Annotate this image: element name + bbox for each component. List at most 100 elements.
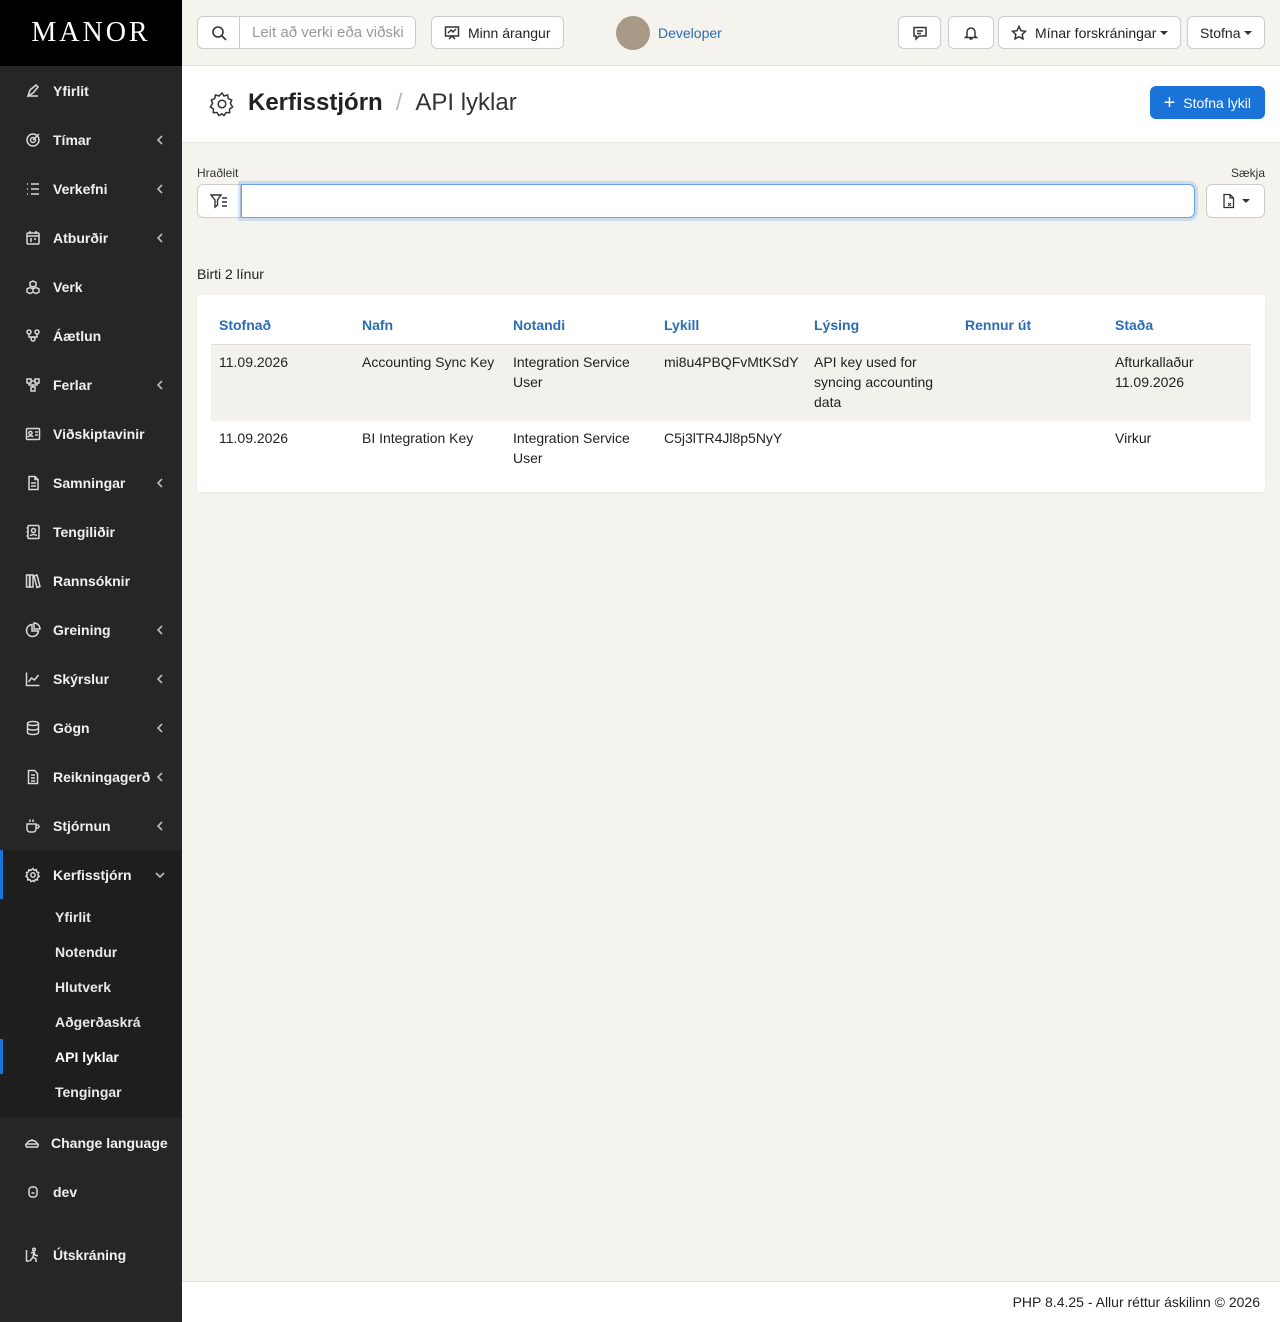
subnav-item-tengingar[interactable]: Tengingar: [0, 1074, 182, 1109]
column-header-description[interactable]: Lýsing: [806, 309, 957, 345]
create-dropdown[interactable]: Stofna: [1187, 16, 1266, 49]
column-header-key[interactable]: Lykill: [656, 309, 806, 345]
chat-icon: [912, 26, 927, 41]
sidebar: MANOR Yfirlit Tímar Verkefni Atburðir Ve…: [0, 0, 182, 1322]
subnav-item-hlutverk[interactable]: Hlutverk: [0, 969, 182, 1004]
cell-key: C5j3lTR4Jl8p5NyY: [664, 430, 783, 446]
star-icon: [1011, 24, 1027, 40]
sidebar-item-yfirlit[interactable]: Yfirlit: [0, 66, 182, 115]
sidebar-item-aaetlun[interactable]: Áætlun: [0, 311, 182, 360]
target-icon: [24, 131, 42, 149]
chevron-left-icon: [154, 820, 166, 832]
breadcrumb-section[interactable]: Kerfisstjórn: [248, 89, 383, 117]
sidebar-item-label: Ferlar: [53, 376, 92, 393]
column-header-expires[interactable]: Rennur út: [957, 309, 1107, 345]
database-icon: [24, 719, 42, 737]
favorites-dropdown[interactable]: Mínar forskráningar: [998, 16, 1182, 49]
export-dropdown[interactable]: [1206, 184, 1265, 218]
column-header-name[interactable]: Nafn: [354, 309, 505, 345]
caret-down-icon: [1244, 30, 1253, 35]
sidebar-item-timar[interactable]: Tímar: [0, 115, 182, 164]
user-profile[interactable]: Developer: [616, 15, 722, 50]
sidebar-item-label: Tímar: [53, 131, 92, 148]
subnav-item-api-lyklar[interactable]: API lyklar: [0, 1039, 182, 1074]
sidebar-item-label: dev: [53, 1183, 78, 1200]
cell-name: BI Integration Key: [362, 430, 474, 446]
breadcrumb: Kerfisstjórn / API lyklar: [248, 89, 517, 117]
subnav-item-adgerdaskra[interactable]: Aðgerðaskrá: [0, 1004, 182, 1039]
bell-icon: [963, 26, 979, 40]
sidebar-item-logout[interactable]: Útskráning: [0, 1230, 182, 1279]
sidebar-item-label: Kerfisstjórn: [53, 866, 132, 883]
sidebar-item-skyrslur[interactable]: Skýrslur: [0, 654, 182, 703]
quick-search-label: Hraðleit: [197, 166, 239, 180]
quick-search-input[interactable]: [241, 184, 1195, 218]
pie-icon: [24, 621, 42, 639]
sidebar-item-change-language[interactable]: Change language: [0, 1118, 182, 1167]
subnav-item-yfirlit[interactable]: Yfirlit: [0, 899, 182, 934]
pen-icon: [24, 82, 42, 100]
avatar[interactable]: [616, 15, 650, 50]
cell-description: API key used for syncing accounting data: [806, 344, 957, 421]
sidebar-item-label: Change language: [51, 1134, 168, 1151]
sidebar-item-reikningagerd[interactable]: Reikningagerð: [0, 752, 182, 801]
chevron-left-icon: [154, 134, 166, 146]
sidebar-item-label: Verk: [53, 278, 83, 295]
page-header: Kerfisstjórn / API lyklar + Stofna lykil: [182, 66, 1280, 143]
sidebar-item-ferlar[interactable]: Ferlar: [0, 360, 182, 409]
excel-file-icon: [1222, 193, 1234, 209]
export-label: Sækja: [1230, 166, 1265, 180]
sidebar-item-vidskiptavinir[interactable]: Viðskiptavinir: [0, 409, 182, 458]
api-keys-table: Stofnað Nafn Notandi Lykill Lýsing Rennu…: [211, 309, 1251, 477]
sidebar-item-verk[interactable]: Verk: [0, 262, 182, 311]
sidebar-item-verkefni[interactable]: Verkefni: [0, 164, 182, 213]
create-key-label: Stofna lykil: [1183, 94, 1251, 111]
sidebar-item-stjornun[interactable]: Stjórnun: [0, 801, 182, 850]
cell-name: Accounting Sync Key: [354, 344, 505, 421]
filter-icon: [210, 194, 227, 209]
sidebar-item-samningar[interactable]: Samningar: [0, 458, 182, 507]
sidebar-item-label: Samningar: [53, 474, 126, 491]
flow-icon: [24, 376, 42, 394]
sidebar-item-tengilidir[interactable]: Tengiliðir: [0, 507, 182, 556]
search-icon[interactable]: [198, 17, 240, 48]
sidebar-item-gogn[interactable]: Gögn: [0, 703, 182, 752]
api-keys-table-card: Stofnað Nafn Notandi Lykill Lýsing Rennu…: [197, 295, 1265, 492]
column-header-status[interactable]: Staða: [1107, 309, 1251, 345]
sidebar-item-kerfisstjorn[interactable]: Kerfisstjórn: [0, 850, 182, 899]
caret-down-icon: [1241, 199, 1250, 203]
top-bar: Minn árangur Developer Mínar forskráning…: [182, 0, 1280, 66]
chevron-left-icon: [154, 232, 166, 244]
column-header-user[interactable]: Notandi: [505, 309, 656, 345]
gear-icon: [208, 90, 236, 118]
filter-button[interactable]: [197, 184, 241, 218]
sidebar-item-rannsoknir[interactable]: Rannsóknir: [0, 556, 182, 605]
chevron-left-icon: [154, 183, 166, 195]
footer: PHP 8.4.25 - Allur réttur áskilinn © 202…: [182, 1281, 1280, 1322]
cell-user: Integration Service User: [505, 344, 656, 421]
chevron-left-icon: [154, 673, 166, 685]
chevron-down-icon: [154, 869, 166, 881]
cell-expires: [957, 421, 1107, 477]
sidebar-item-greining[interactable]: Greining: [0, 605, 182, 654]
table-row[interactable]: 11.09.2026 Accounting Sync Key Integrati…: [211, 344, 1251, 421]
subnav-item-notendur[interactable]: Notendur: [0, 934, 182, 969]
global-search-input[interactable]: [240, 17, 415, 48]
sidebar-item-label: Reikningagerð: [53, 768, 151, 785]
sidebar-item-atburdir[interactable]: Atburðir: [0, 213, 182, 262]
gear-icon: [24, 866, 42, 884]
sidebar-item-dev[interactable]: dev: [0, 1167, 182, 1216]
user-name[interactable]: Developer: [658, 25, 722, 41]
caret-down-icon: [1160, 30, 1169, 35]
chevron-left-icon: [154, 771, 166, 783]
list-icon: [24, 180, 42, 198]
messages-button[interactable]: [898, 16, 941, 49]
row-count: Birti 2 línur: [197, 266, 264, 282]
table-row[interactable]: 11.09.2026 BI Integration Key Integratio…: [211, 421, 1251, 477]
notifications-button[interactable]: [948, 16, 994, 49]
brand-logo[interactable]: MANOR: [0, 0, 182, 66]
column-header-created[interactable]: Stofnað: [211, 309, 354, 345]
my-progress-label: Minn árangur: [468, 24, 551, 41]
create-key-button[interactable]: + Stofna lykil: [1149, 86, 1265, 119]
my-progress-button[interactable]: Minn árangur: [431, 16, 564, 49]
